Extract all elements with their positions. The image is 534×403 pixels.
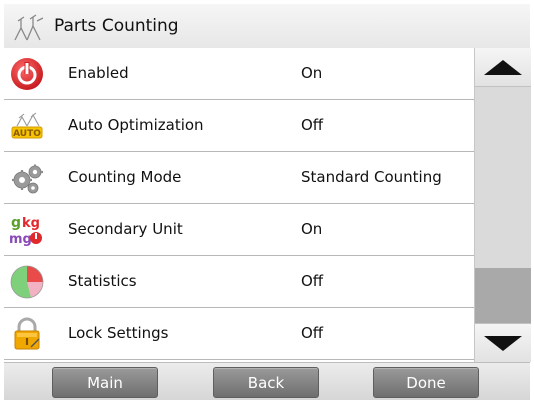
setting-label: Statistics xyxy=(68,272,137,290)
main-button[interactable]: Main xyxy=(52,367,158,398)
settings-row-auto-optimization[interactable]: AUTO Auto Optimization Off xyxy=(4,100,474,152)
settings-row-lock-settings[interactable]: Lock Settings Off xyxy=(4,308,474,360)
setting-value: On xyxy=(301,64,323,82)
setting-value: Off xyxy=(301,324,324,342)
settings-row-counting-mode[interactable]: Counting Mode Standard Counting xyxy=(4,152,474,204)
settings-row-enabled[interactable]: Enabled On xyxy=(4,48,474,100)
settings-row-statistics[interactable]: Statistics Off xyxy=(4,256,474,308)
scroll-track[interactable] xyxy=(475,87,531,323)
setting-label: Auto Optimization xyxy=(68,116,204,134)
scroll-up-button[interactable] xyxy=(475,48,531,87)
parts-counting-icon xyxy=(14,14,44,41)
back-button[interactable]: Back xyxy=(213,367,319,398)
pie-chart-icon xyxy=(10,265,44,299)
settings-list: Enabled On AUTO Auto Optimization Off Co… xyxy=(4,48,474,362)
padlock-icon xyxy=(14,317,40,350)
scroll-thumb[interactable] xyxy=(475,268,531,323)
arrow-down-icon xyxy=(484,335,522,351)
settings-row-secondary-unit[interactable]: g kg mg Secondary Unit On xyxy=(4,204,474,256)
svg-text:AUTO: AUTO xyxy=(13,129,41,139)
svg-text:kg: kg xyxy=(22,216,40,231)
page-title: Parts Counting xyxy=(54,16,179,36)
footer-bar: Main Back Done xyxy=(4,362,530,400)
svg-text:g: g xyxy=(11,215,21,231)
setting-label: Lock Settings xyxy=(68,324,169,342)
setting-label: Enabled xyxy=(68,64,129,82)
units-icon: g kg mg xyxy=(9,215,42,247)
setting-label: Counting Mode xyxy=(68,168,182,186)
auto-optimization-icon: AUTO xyxy=(11,112,43,139)
setting-value: Off xyxy=(301,272,324,290)
setting-value: On xyxy=(301,220,323,238)
scrollbar[interactable] xyxy=(474,48,531,362)
scroll-down-button[interactable] xyxy=(475,323,531,362)
arrow-up-icon xyxy=(484,59,522,75)
setting-value: Standard Counting xyxy=(301,168,442,186)
setting-value: Off xyxy=(301,116,324,134)
title-bar: Parts Counting xyxy=(4,4,530,49)
setting-label: Secondary Unit xyxy=(68,220,183,238)
gears-icon xyxy=(12,164,43,194)
parts-counting-screen: Parts Counting Enabled On AUTO Auto Opti… xyxy=(0,0,534,403)
svg-text:mg: mg xyxy=(9,232,32,247)
power-icon xyxy=(11,58,43,90)
done-button[interactable]: Done xyxy=(373,367,479,398)
